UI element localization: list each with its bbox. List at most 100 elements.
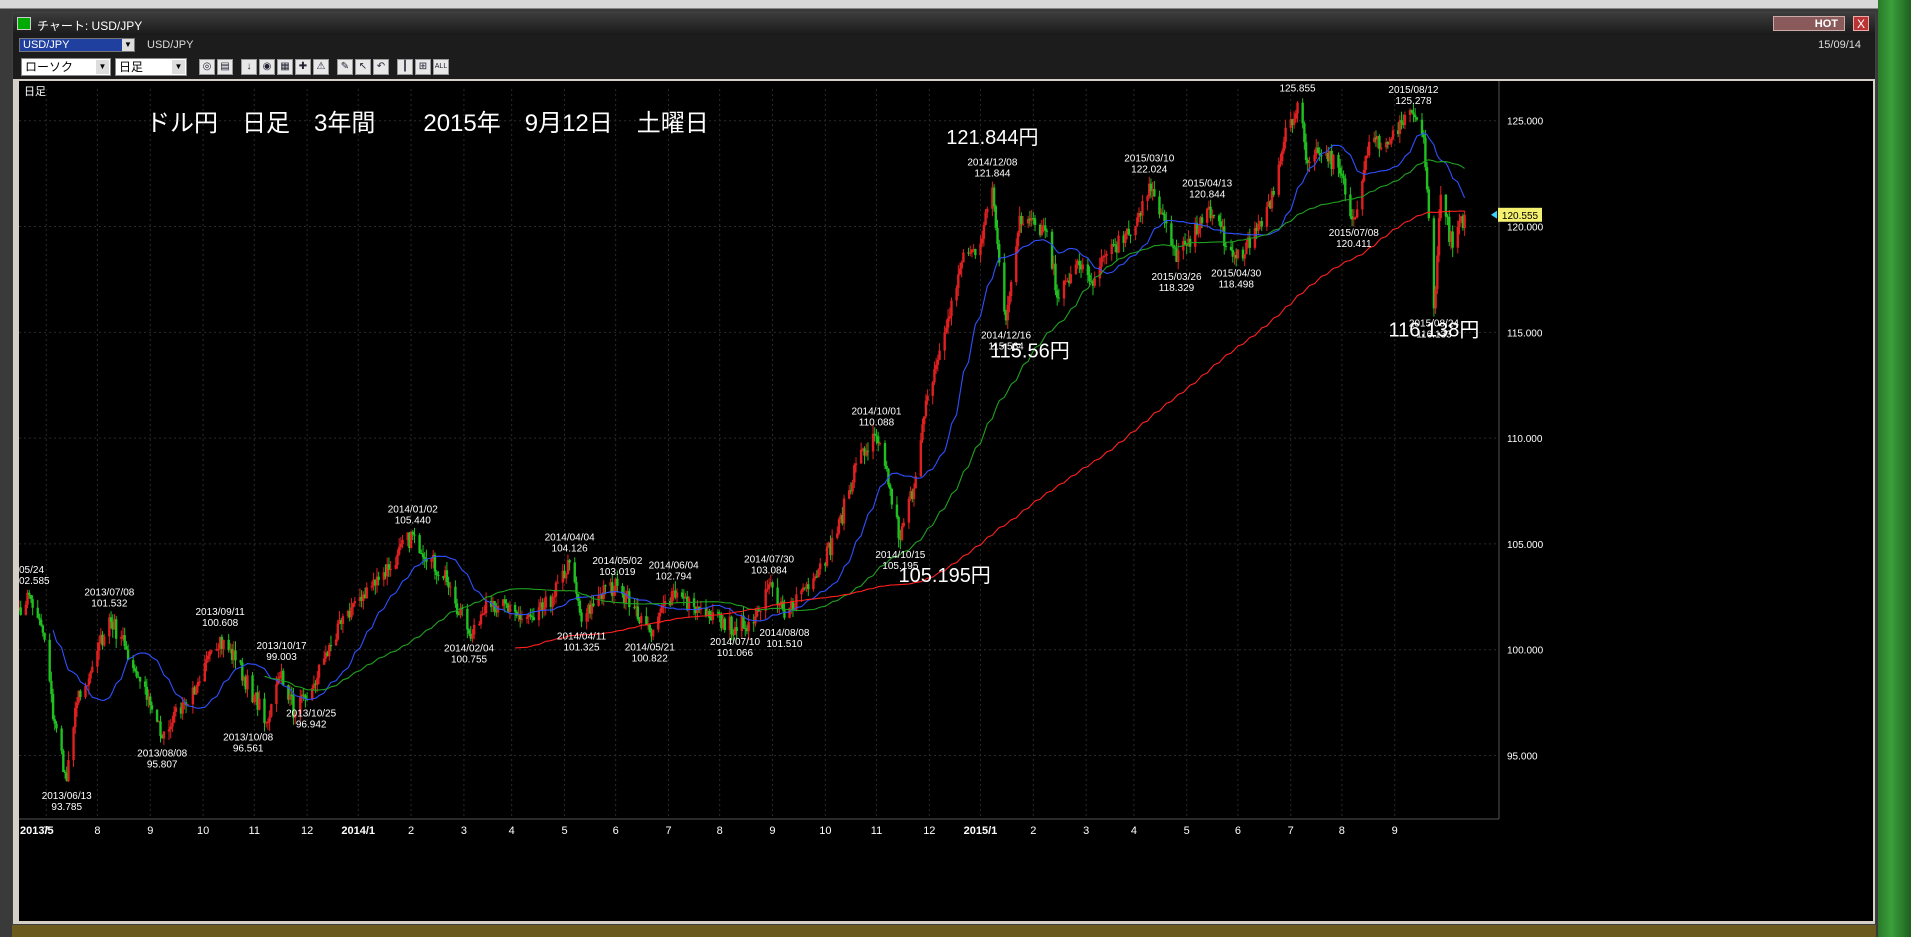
arrow-down-icon[interactable]: ↓ <box>241 59 257 75</box>
symbol-bar: USD/JPY ▼ USD/JPY 15/09/14 <box>13 35 1875 55</box>
annotation-price: 122.024 <box>1131 165 1168 176</box>
crosshair-icon[interactable]: ✚ <box>295 59 311 75</box>
indicator-icon[interactable]: ⊞ <box>415 59 431 75</box>
x-tick-label: 6 <box>613 825 619 837</box>
all-icon[interactable]: ALL <box>433 59 449 75</box>
candle-body <box>986 208 989 213</box>
candle-body <box>962 252 965 263</box>
candle-body <box>1212 215 1216 217</box>
candle-body <box>957 274 960 289</box>
undo-icon[interactable]: ↶ <box>373 59 389 75</box>
candles <box>19 98 1466 783</box>
y-tick-label: 100.000 <box>1507 646 1544 657</box>
annotation-date: 2014/08/08 <box>759 628 809 639</box>
candle-body <box>377 576 380 580</box>
candle-body <box>449 586 452 588</box>
candle-body <box>1390 138 1393 144</box>
candle-body <box>996 227 999 244</box>
candle-body <box>1006 304 1009 321</box>
timeframe-value: 日足 <box>119 60 144 74</box>
chevron-down-icon[interactable]: ▼ <box>96 60 109 74</box>
table-icon[interactable]: ▤ <box>217 59 233 75</box>
candle-body <box>1134 225 1137 235</box>
x-tick-label: 7 <box>43 825 49 837</box>
x-tick-label: 12 <box>301 825 313 837</box>
candle-body <box>640 616 643 624</box>
candle-body <box>1086 264 1090 275</box>
candle-body <box>537 607 541 621</box>
pen-icon[interactable]: ✎ <box>337 59 353 75</box>
app-menu-bar <box>0 0 1911 9</box>
x-tick-label: 4 <box>1131 825 1137 837</box>
candle-body <box>1420 119 1424 135</box>
annotation-date: 2014/02/04 <box>444 644 494 655</box>
candle-body <box>919 440 923 477</box>
candle-body <box>162 731 166 739</box>
timeframe-select[interactable]: 日足 ▼ <box>115 58 187 76</box>
annotation-price: 120.411 <box>1336 239 1372 250</box>
candle-body <box>350 607 353 618</box>
hot-button[interactable]: HOT <box>1773 16 1845 31</box>
close-icon[interactable]: X <box>1853 16 1869 31</box>
candle-body <box>1292 118 1296 125</box>
candle-body <box>800 590 803 595</box>
current-price-label: 120.555 <box>1502 211 1539 222</box>
candle-body <box>675 592 679 598</box>
candle-body <box>396 554 399 565</box>
annotation-date: 2015/07/08 <box>1329 228 1379 239</box>
search-icon[interactable]: ◉ <box>259 59 275 75</box>
candle-body <box>282 670 285 686</box>
annotation-date: 2013/06/13 <box>42 791 92 802</box>
price-callout: 125.278円 <box>1389 81 1481 83</box>
annotation-price: 125.278 <box>1395 96 1432 107</box>
cursor-icon[interactable]: ↖ <box>355 59 371 75</box>
annotation-price: 104.126 <box>552 543 589 554</box>
candle-body <box>172 711 176 723</box>
candle-body <box>1413 114 1417 118</box>
price-callout: 115.56円 <box>990 341 1070 363</box>
candle-body <box>1153 189 1156 197</box>
candle-body <box>1294 113 1298 119</box>
candle-body <box>1146 196 1149 202</box>
chart-area[interactable]: 05/24 02.585 2013/06/13 93.785 2013/07/08 101… <box>19 81 1873 921</box>
candle-body <box>1260 221 1263 227</box>
candle-body <box>1020 215 1023 225</box>
price-callout: 121.844円 <box>946 127 1038 149</box>
candle-body <box>1170 223 1173 246</box>
y-tick-label: 125.000 <box>1507 117 1544 128</box>
candle-body <box>573 562 576 583</box>
price-chart[interactable]: 05/2402.5852013/06/1393.7852013/07/08101… <box>19 81 1873 921</box>
symbol-select[interactable]: USD/JPY ▼ <box>19 38 135 52</box>
x-tick-label: 2014/1 <box>341 825 375 837</box>
annotation-price: 93.785 <box>51 802 82 813</box>
chart-type-select[interactable]: ローソク ▼ <box>21 58 111 76</box>
annotation-date: 2013/07/08 <box>84 587 134 598</box>
zoom-icon[interactable]: ◎ <box>199 59 215 75</box>
candle-icon[interactable]: ┃ <box>397 59 413 75</box>
candle-body <box>568 560 571 563</box>
candle-body <box>866 450 870 452</box>
candle-body <box>1304 142 1308 161</box>
candle-body <box>853 465 856 483</box>
candle-body <box>680 592 684 597</box>
candle-body <box>556 582 559 584</box>
candle-body <box>227 639 230 651</box>
window-titlebar[interactable]: チャート: USD/JPY HOT X <box>13 13 1875 35</box>
window-title: チャート: USD/JPY <box>37 19 143 33</box>
annotation-price: 102.794 <box>656 572 693 583</box>
candle-body <box>1437 218 1441 256</box>
candle-body <box>1021 223 1025 225</box>
chart-toolbar: ローソク ▼ 日足 ▼ ◎ ▤ ↓ ◉ ▦ ✚ ⚠ ✎ ↖ ↶ ┃ ⊞ ALL <box>13 55 1875 79</box>
candle-body <box>334 639 338 646</box>
alert-icon[interactable]: ⚠ <box>313 59 329 75</box>
candle-body <box>19 607 22 615</box>
candle-body <box>1436 255 1439 290</box>
annotation-price: 103.019 <box>599 567 636 578</box>
candle-body <box>353 601 357 604</box>
annotation-date: 2013/10/08 <box>223 732 273 743</box>
candle-body <box>878 443 882 445</box>
candle-body <box>1016 232 1020 247</box>
chevron-down-icon[interactable]: ▼ <box>122 39 134 51</box>
chevron-down-icon[interactable]: ▼ <box>172 60 185 74</box>
grid-icon[interactable]: ▦ <box>277 59 293 75</box>
